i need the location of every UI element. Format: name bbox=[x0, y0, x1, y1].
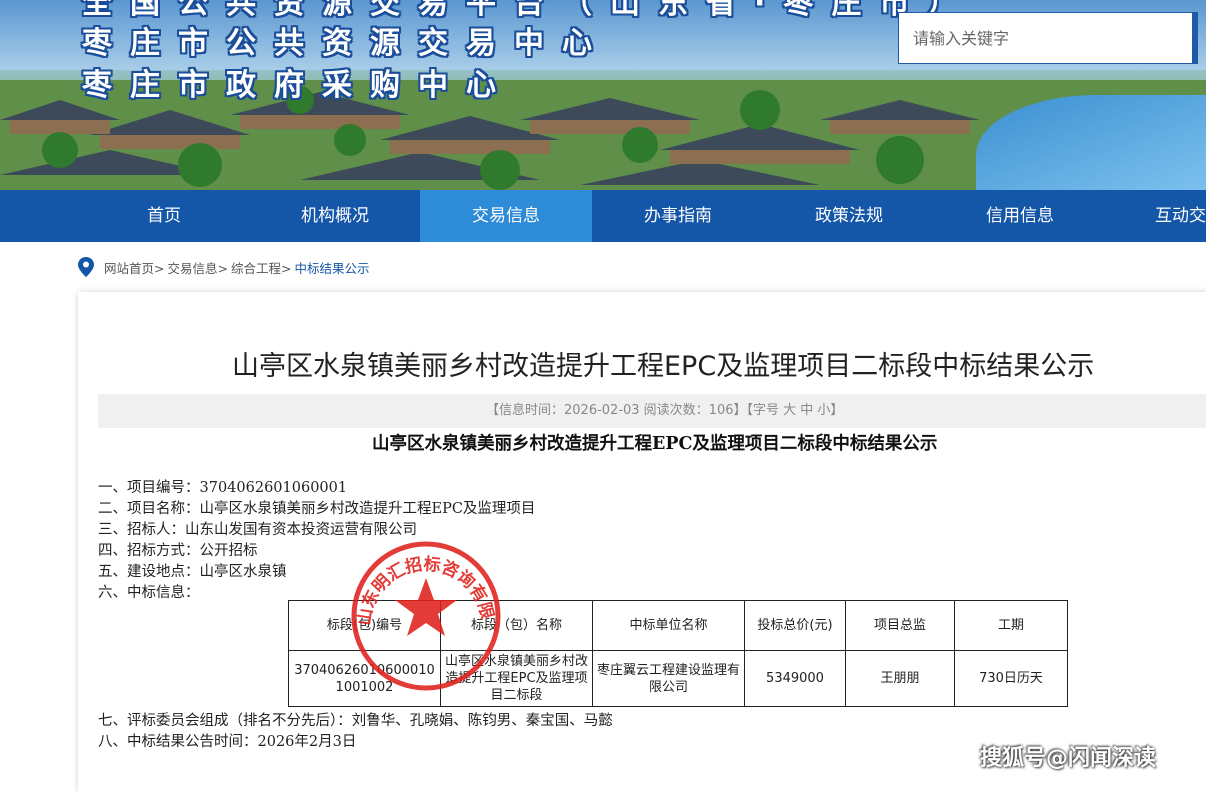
table-header: 项目总监 bbox=[845, 600, 955, 651]
article-meta-bar: 【信息时间：2026-02-03 阅读次数：106】【字号 大 中 小】 bbox=[98, 394, 1206, 428]
table-row: 370406260106000101001002 山亭区水泉镇美丽乡村改造提升工… bbox=[288, 650, 1068, 707]
line-location: 五、建设地点：山亭区水泉镇 bbox=[98, 564, 287, 580]
cell-code: 370406260106000101001002 bbox=[288, 650, 441, 707]
breadcrumb-home[interactable]: 网站首页> bbox=[104, 258, 164, 277]
cell-winner: 枣庄翼云工程建设监理有限公司 bbox=[592, 650, 745, 707]
table-header-row: 标段(包)编号 标段（包）名称 中标单位名称 投标总价(元) 项目总监 工期 bbox=[288, 600, 1068, 651]
breadcrumb-engineering[interactable]: 综合工程> bbox=[231, 258, 291, 277]
cell-price: 5349000 bbox=[744, 650, 846, 707]
watermark: 搜狐号@闪闻深读 bbox=[980, 746, 1157, 771]
line-award-info: 六、中标信息： bbox=[98, 585, 200, 601]
banner-title-line2: 枣庄市公共资源交易中心 bbox=[82, 26, 610, 61]
nav-item-interaction[interactable]: 互动交流 bbox=[1105, 190, 1206, 242]
nav-item-trade-info[interactable]: 交易信息 bbox=[420, 190, 592, 242]
search-box bbox=[898, 12, 1198, 64]
search-button-edge[interactable] bbox=[1192, 12, 1198, 64]
article-meta: 【信息时间：2026-02-03 阅读次数：106】【字号 大 中 小】 bbox=[486, 403, 844, 418]
line-tenderer: 三、招标人：山东山发国有资本投资运营有限公司 bbox=[98, 522, 417, 538]
table-header: 标段(包)编号 bbox=[288, 600, 441, 651]
breadcrumb-trade-info[interactable]: 交易信息> bbox=[167, 258, 227, 277]
line-project-code: 一、项目编号：3704062601060001 bbox=[98, 480, 348, 496]
banner-title-line3: 枣庄市政府采购中心 bbox=[82, 68, 514, 103]
search-input[interactable] bbox=[899, 13, 1195, 63]
table-header: 投标总价(元) bbox=[744, 600, 846, 651]
line-committee: 七、评标委员会组成（排名不分先后）：刘鲁华、孔晓娟、陈钧男、秦宝国、马懿 bbox=[98, 713, 613, 729]
nav-item-guide[interactable]: 办事指南 bbox=[592, 190, 764, 242]
article-title: 山亭区水泉镇美丽乡村改造提升工程EPC及监理项目二标段中标结果公示 bbox=[232, 351, 1095, 382]
breadcrumb-current[interactable]: 中标结果公示 bbox=[294, 258, 369, 277]
line-project-name: 二、项目名称：山亭区水泉镇美丽乡村改造提升工程EPC及监理项目 bbox=[98, 501, 536, 517]
line-method: 四、招标方式：公开招标 bbox=[98, 543, 258, 559]
cell-director: 王朋朋 bbox=[845, 650, 955, 707]
nav-item-policy[interactable]: 政策法规 bbox=[763, 190, 935, 242]
cell-name: 山亭区水泉镇美丽乡村改造提升工程EPC及监理项目二标段 bbox=[440, 650, 593, 707]
award-table: 标段(包)编号 标段（包）名称 中标单位名称 投标总价(元) 项目总监 工期 3… bbox=[288, 600, 1068, 707]
table-header: 标段（包）名称 bbox=[440, 600, 593, 651]
breadcrumb: 网站首页> 交易信息> 综合工程> 中标结果公示 bbox=[78, 257, 369, 277]
article-subtitle: 山亭区水泉镇美丽乡村改造提升工程EPC及监理项目二标段中标结果公示 bbox=[372, 434, 938, 454]
location-pin-icon bbox=[78, 257, 94, 277]
table-header: 工期 bbox=[954, 600, 1068, 651]
nav-item-credit[interactable]: 信用信息 bbox=[934, 190, 1106, 242]
nav-item-home[interactable]: 首页 bbox=[78, 190, 250, 242]
line-announce-date: 八、中标结果公告时间：2026年2月3日 bbox=[98, 734, 357, 750]
nav-item-about[interactable]: 机构概况 bbox=[249, 190, 421, 242]
cell-period: 730日历天 bbox=[954, 650, 1068, 707]
table-header: 中标单位名称 bbox=[592, 600, 745, 651]
main-nav: 首页 机构概况 交易信息 办事指南 政策法规 信用信息 互动交流 bbox=[0, 190, 1206, 242]
